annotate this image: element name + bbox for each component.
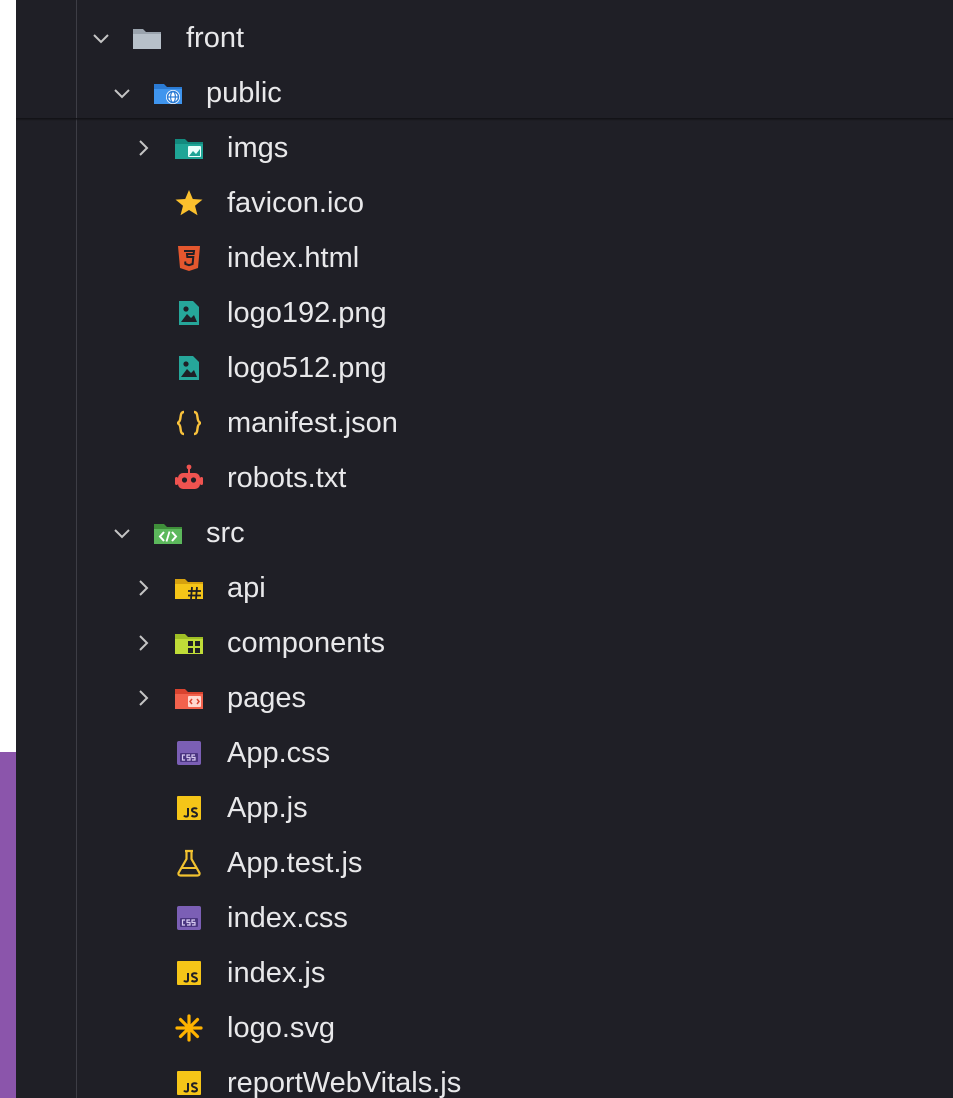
chevron-right-icon[interactable] <box>132 577 154 599</box>
tree-item-label: pages <box>227 681 307 714</box>
css-file-icon <box>173 737 205 769</box>
components-folder-icon <box>173 627 205 659</box>
tree-item-label: robots.txt <box>227 461 347 494</box>
source-folder-icon <box>152 517 184 549</box>
star-icon <box>173 187 205 219</box>
tree-item-report-web-vitals[interactable]: reportWebVitals.js <box>16 1055 953 1098</box>
tree-item-label: reportWebVitals.js <box>227 1066 462 1098</box>
tree-item-manifest[interactable]: manifest.json <box>16 395 953 450</box>
tree-item-label: index.css <box>227 901 348 934</box>
tree-item-label: logo.svg <box>227 1011 336 1044</box>
tree-item-robots[interactable]: robots.txt <box>16 450 953 505</box>
css-file-icon <box>173 902 205 934</box>
tree-item-index-html[interactable]: index.html <box>16 230 953 285</box>
pages-folder-icon <box>173 682 205 714</box>
chevron-right-icon[interactable] <box>132 632 154 654</box>
folder-icon <box>131 22 163 54</box>
tree-item-label: index.html <box>227 241 360 274</box>
tree-item-public[interactable]: public <box>16 65 953 120</box>
accent-strip <box>0 752 16 1098</box>
image-file-icon <box>173 297 205 329</box>
tree-item-label: manifest.json <box>227 406 398 439</box>
tree-item-label: imgs <box>227 131 289 164</box>
tree-item-label: logo192.png <box>227 296 387 329</box>
tree-item-label: index.js <box>227 956 326 989</box>
tree-item-label: components <box>227 626 385 659</box>
tree-item-index-js[interactable]: index.js <box>16 945 953 1000</box>
tree-item-src[interactable]: src <box>16 505 953 560</box>
tree-item-logo192[interactable]: logo192.png <box>16 285 953 340</box>
tree-item-front[interactable]: front <box>16 10 953 65</box>
json-braces-icon <box>173 407 205 439</box>
html5-icon <box>173 242 205 274</box>
tree-item-label: App.test.js <box>227 846 363 879</box>
chevron-down-icon[interactable] <box>111 82 133 104</box>
image-file-icon <box>173 352 205 384</box>
tree-item-imgs[interactable]: imgs <box>16 120 953 175</box>
js-file-icon <box>173 957 205 989</box>
tree-item-api[interactable]: api <box>16 560 953 615</box>
tree-item-label: api <box>227 571 266 604</box>
screenshot-page: front public imgs favicon.ico index.html… <box>0 0 953 1098</box>
tree-item-favicon[interactable]: favicon.ico <box>16 175 953 230</box>
js-file-icon <box>173 792 205 824</box>
tree-item-label: favicon.ico <box>227 186 365 219</box>
tree-item-app-js[interactable]: App.js <box>16 780 953 835</box>
tree-item-logo-svg[interactable]: logo.svg <box>16 1000 953 1055</box>
tree-item-components[interactable]: components <box>16 615 953 670</box>
api-folder-icon <box>173 572 205 604</box>
public-folder-icon <box>152 77 184 109</box>
tree-item-pages[interactable]: pages <box>16 670 953 725</box>
tree-item-label: src <box>206 516 245 549</box>
tree-item-logo512[interactable]: logo512.png <box>16 340 953 395</box>
tree-item-label: App.css <box>227 736 331 769</box>
tree-item-label: App.js <box>227 791 308 824</box>
chevron-down-icon[interactable] <box>90 27 112 49</box>
flask-icon <box>173 847 205 879</box>
tree-item-index-css[interactable]: index.css <box>16 890 953 945</box>
robot-icon <box>173 462 205 494</box>
chevron-right-icon[interactable] <box>132 687 154 709</box>
tree-item-label: logo512.png <box>227 351 387 384</box>
file-explorer-panel: front public imgs favicon.ico index.html… <box>16 0 953 1098</box>
tree-item-label: front <box>186 21 245 54</box>
chevron-down-icon[interactable] <box>111 522 133 544</box>
chevron-right-icon[interactable] <box>132 137 154 159</box>
tree-item-app-css[interactable]: App.css <box>16 725 953 780</box>
js-file-icon <box>173 1067 205 1098</box>
svg-asterisk-icon <box>173 1012 205 1044</box>
tree-item-app-test-js[interactable]: App.test.js <box>16 835 953 890</box>
tree-item-label: public <box>206 76 282 109</box>
images-folder-icon <box>173 132 205 164</box>
